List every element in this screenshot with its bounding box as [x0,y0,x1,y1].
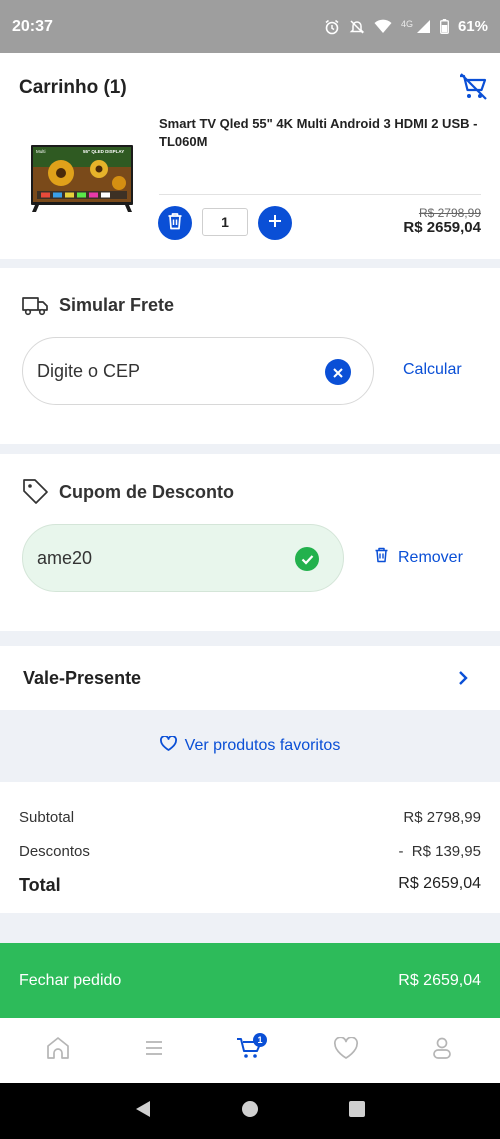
coupon-section: Cupom de Desconto ame20 Remover [0,454,500,631]
order-summary: Subtotal R$ 2798,99 Descontos - R$ 139,9… [0,782,500,913]
status-time: 20:37 [12,17,53,35]
quantity-field[interactable]: 1 [202,208,248,236]
total-label: Total [19,875,61,895]
cart-clear-icon[interactable] [458,72,488,102]
product-price: R$ 2659,04 [403,219,481,236]
checkout-button[interactable]: Fechar pedido R$ 2659,04 [0,943,500,1018]
gift-card-title: Vale-Presente [23,668,142,688]
home-button-icon[interactable] [241,1100,259,1123]
recents-icon[interactable] [348,1100,366,1123]
subtotal-row: Subtotal R$ 2798,99 [19,809,481,826]
product-image-label: 55" QLED DISPLAY [83,149,124,154]
close-icon [333,362,343,383]
check-circle-icon [295,547,319,571]
product-divider [159,194,481,195]
heart-icon [159,735,177,756]
battery-icon [440,19,449,34]
increase-quantity-button[interactable] [258,206,292,240]
shipping-section: Simular Frete Digite o CEP Calcular [0,268,500,444]
system-navigation [0,1083,500,1139]
cart-section: Carrinho (1) Multi 55" QLED DISPLAY Smar… [0,53,500,259]
product-image[interactable]: Multi 55" QLED DISPLAY [31,145,133,213]
discount-label: Descontos [19,843,90,860]
trash-icon [167,212,183,235]
signal-icon [416,19,431,34]
checkout-amount: R$ 2659,04 [398,971,481,989]
product-image-brand: Multi [36,149,46,154]
clear-cep-button[interactable] [325,359,351,385]
home-icon [45,1036,71,1065]
shipping-title: Simular Frete [59,295,175,315]
mute-icon [349,19,365,35]
cart-title: Carrinho (1) [19,77,127,98]
nav-cart[interactable]: 1 [230,1031,270,1071]
total-value: R$ 2659,04 [398,875,481,892]
coupon-title: Cupom de Desconto [59,482,235,502]
favorites-label: Ver produtos favoritos [184,737,341,754]
nav-profile[interactable] [422,1031,462,1071]
trash-icon [374,547,389,568]
wifi-icon [374,19,392,34]
discount-row: Descontos - R$ 139,95 [19,843,481,860]
gift-card-row[interactable]: Vale-Presente [0,646,500,710]
battery-percent: 61% [457,18,488,35]
plus-icon [267,213,283,234]
product-price-old: R$ 2798,99 [418,206,481,220]
favorites-link[interactable]: Ver produtos favoritos [0,712,500,780]
nav-home[interactable] [38,1031,78,1071]
product-name[interactable]: Smart TV Qled 55" 4K Multi Android 3 HDM… [159,115,489,151]
alarm-icon [324,19,340,35]
tag-icon [22,478,49,510]
discount-value: - R$ 139,95 [398,843,481,860]
back-icon[interactable] [134,1100,152,1123]
nav-favorites[interactable] [326,1031,366,1071]
cart-count-badge: 1 [253,1032,267,1047]
subtotal-value: R$ 2798,99 [403,809,481,826]
truck-icon [22,296,49,321]
remove-item-button[interactable] [158,206,192,240]
nav-menu[interactable] [134,1031,174,1071]
cep-input[interactable]: Digite o CEP [22,337,374,405]
subtotal-label: Subtotal [19,809,75,826]
heart-icon [333,1035,359,1065]
total-row: Total R$ 2659,04 [19,875,481,896]
coupon-input[interactable]: ame20 [22,524,344,592]
calculate-shipping-link[interactable]: Calcular [403,361,462,379]
status-icons: 4G 61% [324,18,488,35]
cep-placeholder: Digite o CEP [37,360,141,381]
status-bar: 20:37 4G 61% [0,0,500,53]
bottom-navigation: 1 [0,1018,500,1083]
network-label: 4G [400,18,413,29]
remove-coupon-link[interactable]: Remover [374,547,463,568]
coupon-code: ame20 [37,547,93,568]
menu-icon [144,1040,164,1061]
remove-coupon-label: Remover [398,548,463,566]
chevron-right-icon [457,670,469,691]
profile-icon [432,1036,452,1065]
checkout-label: Fechar pedido [19,971,122,989]
